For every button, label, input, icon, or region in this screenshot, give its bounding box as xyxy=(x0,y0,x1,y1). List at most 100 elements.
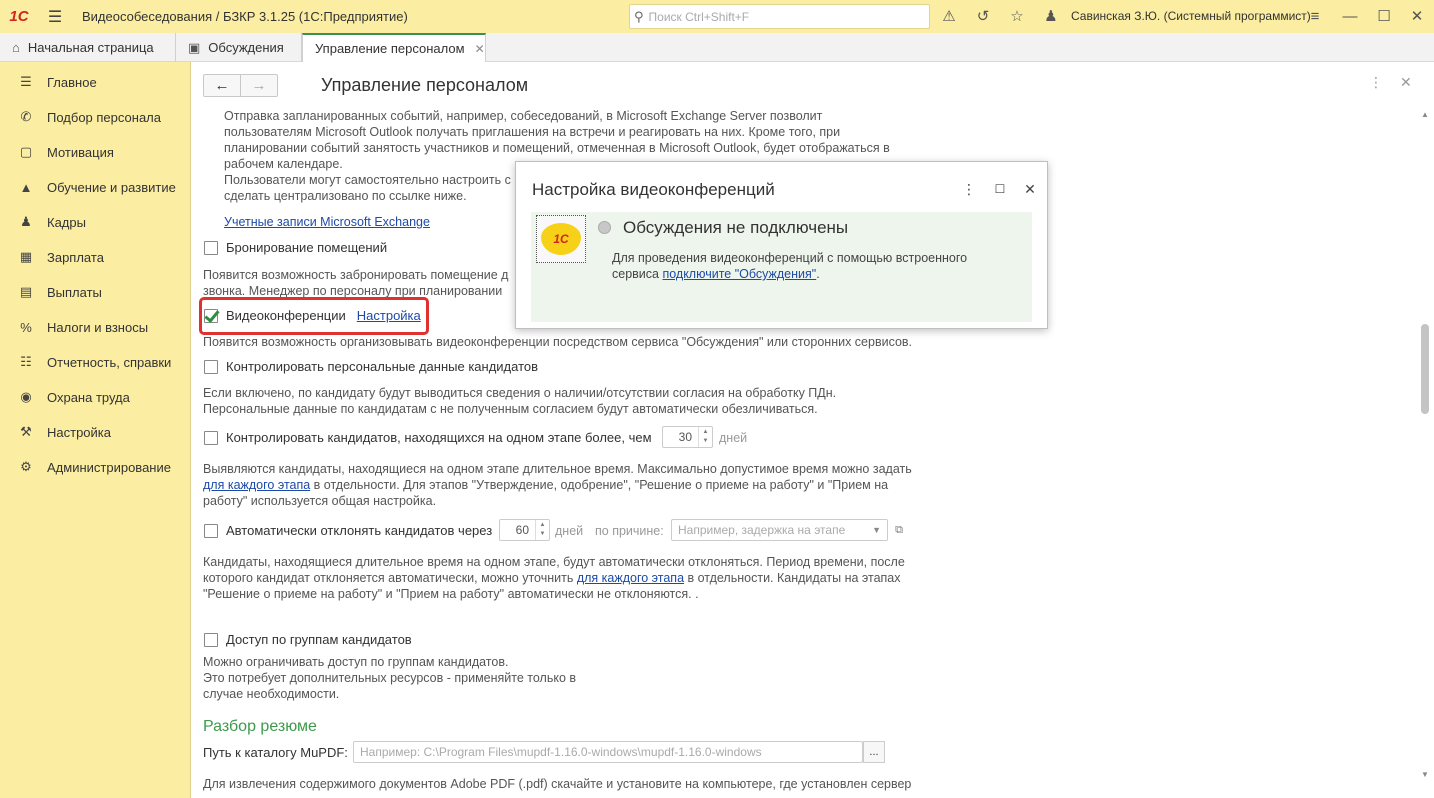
sidebar-item-training[interactable]: ▲ Обучение и развитие xyxy=(0,172,191,202)
sidebar-item-staff[interactable]: ♟ Кадры xyxy=(0,207,191,237)
booking-text-1: Появится возможность забронировать помещ… xyxy=(203,268,509,282)
history-icon[interactable]: ↺ xyxy=(972,5,994,27)
reject-days-stepper[interactable]: 60 ▲ ▼ xyxy=(499,519,550,541)
close-form-icon[interactable]: ✕ xyxy=(1400,74,1412,91)
stage-text-1: Выявляются кандидаты, находящиеся на одн… xyxy=(203,462,912,476)
stage-days-stepper[interactable]: 30 ▲ ▼ xyxy=(662,426,713,448)
stage-each-link[interactable]: для каждого этапа xyxy=(203,478,310,492)
chat-icon: ▣ xyxy=(188,39,201,55)
settings-lines-icon[interactable]: ≡ xyxy=(1304,5,1326,27)
tab-discussions[interactable]: ▣ Обсуждения xyxy=(176,33,302,62)
app-logo[interactable]: 1С xyxy=(0,0,38,33)
stage-days-value: 30 xyxy=(678,430,692,444)
video-settings-dialog: Настройка видеоконференций ⋮ ☐ ✕ 1С Обсу… xyxy=(515,161,1048,329)
close-icon[interactable]: ✕ xyxy=(1020,179,1040,199)
stepper-arrows-icon[interactable]: ▲ ▼ xyxy=(698,427,712,447)
gear-icon: ⚙ xyxy=(20,459,32,474)
sidebar-item-safety[interactable]: ◉ Охрана труда xyxy=(0,382,191,412)
stepper-arrows-icon[interactable]: ▲ ▼ xyxy=(535,520,549,540)
exchange-accounts-link[interactable]: Учетные записи Microsoft Exchange xyxy=(224,214,430,230)
maximize-icon[interactable]: ☐ xyxy=(1373,5,1395,27)
scrollbar-thumb[interactable] xyxy=(1421,324,1429,414)
back-button[interactable]: ← xyxy=(204,75,240,96)
dropdown-arrow-icon[interactable]: ▼ xyxy=(872,525,881,535)
stage-checkbox[interactable] xyxy=(204,430,218,445)
forward-button[interactable]: → xyxy=(240,75,277,96)
groups-checkbox-row[interactable]: Доступ по группам кандидатов xyxy=(204,632,412,647)
report-icon: ☷ xyxy=(20,354,32,369)
video-text: Появится возможность организовывать виде… xyxy=(203,335,913,349)
tab-label: Начальная страница xyxy=(27,40,154,55)
stage-text-2: для каждого этапа в отдельности. Для эта… xyxy=(203,477,888,493)
sidebar-item-label: Кадры xyxy=(47,214,86,230)
exchange-text-5: Пользователи могут самостоятельно настро… xyxy=(224,173,511,187)
pd-checkbox-row[interactable]: Контролировать персональные данные канди… xyxy=(204,359,538,374)
dialog-text-1: Для проведения видеоконференций с помощь… xyxy=(612,251,968,265)
reject-each-link[interactable]: для каждого этапа xyxy=(577,571,684,585)
more-icon[interactable]: ⋮ xyxy=(959,179,979,199)
mupdf-placeholder: Например: C:\Program Files\mupdf-1.16.0-… xyxy=(360,745,762,759)
reject-days-value: 60 xyxy=(515,523,529,537)
app-title: Видеособеседования / БЗКР 3.1.25 (1С:Пре… xyxy=(82,9,408,24)
exchange-text-4: рабочем календаре. xyxy=(224,157,343,171)
phone-icon: ✆ xyxy=(20,109,32,124)
reject-checkbox[interactable] xyxy=(204,523,218,538)
stage-text-3: работу" используется общая настройка. xyxy=(203,494,437,508)
discussions-logo: 1С xyxy=(536,215,586,263)
dialog-panel: 1С Обсуждения не подключены Для проведен… xyxy=(531,212,1032,322)
mupdf-path-input[interactable]: Например: C:\Program Files\mupdf-1.16.0-… xyxy=(353,741,863,763)
sidebar-item-main[interactable]: ☰ Главное xyxy=(0,67,191,97)
close-icon[interactable]: ✕ xyxy=(1406,5,1428,27)
reason-placeholder: Например, задержка на этапе xyxy=(678,523,846,537)
sidebar-item-label: Налоги и взносы xyxy=(47,319,149,335)
reject-days-unit: дней xyxy=(555,524,584,538)
booking-checkbox-row[interactable]: Бронирование помещений xyxy=(204,240,387,255)
sidebar-item-recruiting[interactable]: ✆ Подбор персонала xyxy=(0,102,191,132)
dialog-text-2a: сервиса xyxy=(612,267,663,281)
dialog-text-2: сервиса подключите "Обсуждения". xyxy=(612,266,820,282)
star-icon[interactable]: ☆ xyxy=(1006,5,1028,27)
search-icon: ⚲ xyxy=(634,8,644,24)
maximize-icon[interactable]: ☐ xyxy=(990,179,1010,199)
scroll-down-arrow-icon[interactable]: ▼ xyxy=(1418,770,1432,784)
connect-discussions-link[interactable]: подключите "Обсуждения" xyxy=(662,267,816,281)
scroll-up-arrow-icon[interactable]: ▲ xyxy=(1418,110,1432,124)
hamburger-icon[interactable]: ☰ xyxy=(42,0,68,33)
open-icon[interactable]: ⧉ xyxy=(890,521,908,539)
logo-mark: 1С xyxy=(541,223,581,255)
tab-personnel[interactable]: Управление персоналом ✕ xyxy=(302,33,486,62)
search-input[interactable]: ⚲ Поиск Ctrl+Shift+F xyxy=(629,4,930,29)
tab-home[interactable]: ⌂ Начальная страница xyxy=(0,33,176,62)
sidebar-item-taxes[interactable]: % Налоги и взносы xyxy=(0,312,191,342)
sidebar-item-payments[interactable]: ▤ Выплаты xyxy=(0,277,191,307)
close-tab-icon[interactable]: ✕ xyxy=(475,42,485,56)
sidebar-item-admin[interactable]: ⚙ Администрирование xyxy=(0,452,191,482)
sidebar-item-reports[interactable]: ☷ Отчетность, справки xyxy=(0,347,191,377)
reason-input[interactable]: Например, задержка на этапе ▼ xyxy=(671,519,888,541)
booking-checkbox[interactable] xyxy=(204,240,218,255)
sidebar-item-settings[interactable]: ⚒ Настройка xyxy=(0,417,191,447)
bell-icon[interactable]: ⚠ xyxy=(938,5,960,27)
tab-label: Обсуждения xyxy=(208,40,284,55)
user-icon[interactable]: ♟ xyxy=(1040,5,1062,27)
groups-checkbox[interactable] xyxy=(204,632,218,647)
pd-text-1: Если включено, по кандидату будут выводи… xyxy=(203,386,837,400)
sidebar-item-label: Отчетность, справки xyxy=(47,354,172,370)
exchange-text-3: планировании событий занятость участнико… xyxy=(224,141,890,155)
sidebar-item-label: Выплаты xyxy=(47,284,102,300)
sidebar-item-salary[interactable]: ▦ Зарплата xyxy=(0,242,191,272)
user-name[interactable]: Савинская З.Ю. (Системный программист) xyxy=(1071,9,1311,23)
sidebar-item-motivation[interactable]: ▢ Мотивация xyxy=(0,137,191,167)
stage-checkbox-row[interactable]: Контролировать кандидатов, находящихся н… xyxy=(204,430,652,445)
sidebar-item-label: Зарплата xyxy=(47,249,104,265)
more-icon[interactable]: ⋮ xyxy=(1369,74,1383,91)
reject-text-2a: которого кандидат отклоняется автоматиче… xyxy=(203,571,577,585)
pd-checkbox[interactable] xyxy=(204,359,218,374)
dialog-title: Настройка видеоконференций xyxy=(532,180,775,199)
minimize-icon[interactable]: — xyxy=(1339,5,1361,27)
mupdf-browse-button[interactable]: ... xyxy=(863,741,885,763)
reject-checkbox-row[interactable]: Автоматически отклонять кандидатов через xyxy=(204,523,492,538)
percent-icon: % xyxy=(20,319,32,335)
exchange-text-2: пользователям Microsoft Outlook получать… xyxy=(224,125,841,139)
reason-label: по причине: xyxy=(595,524,664,538)
